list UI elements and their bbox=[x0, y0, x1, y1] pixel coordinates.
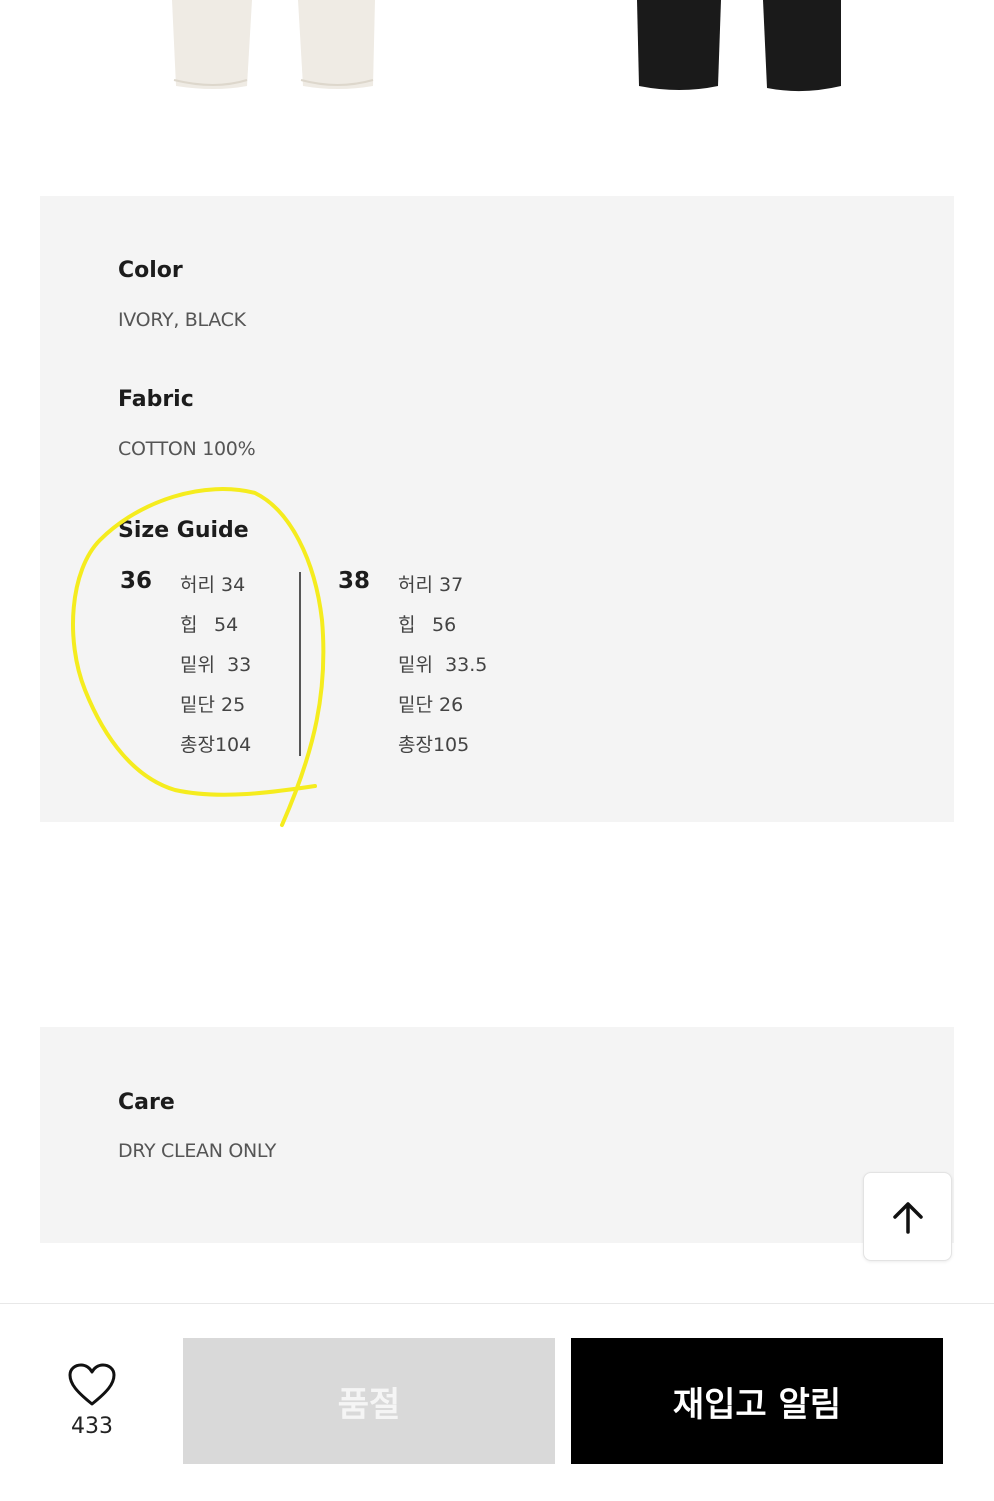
wishlist-count: 433 bbox=[71, 1414, 113, 1439]
care-heading: Care bbox=[118, 1090, 175, 1115]
bottom-action-bar: 433 품절 재입고 알림 bbox=[0, 1303, 994, 1501]
color-heading: Color bbox=[118, 258, 183, 283]
color-value: IVORY, BLACK bbox=[118, 309, 246, 331]
size-38-waist: 허리 37 bbox=[398, 574, 464, 596]
arrow-up-icon bbox=[892, 1201, 923, 1234]
heart-outline-icon bbox=[68, 1363, 116, 1406]
size-38-hip: 힙 56 bbox=[398, 614, 457, 636]
fabric-heading: Fabric bbox=[118, 387, 194, 412]
product-image-black[interactable] bbox=[625, 0, 855, 100]
size-36-hem: 밑단 25 bbox=[180, 694, 246, 716]
size-36-waist: 허리 34 bbox=[180, 574, 246, 596]
restock-alert-button[interactable]: 재입고 알림 bbox=[571, 1338, 943, 1464]
care-panel: Care DRY CLEAN ONLY bbox=[40, 1027, 954, 1243]
size-38-length: 총장105 bbox=[398, 734, 470, 756]
size-36-label: 36 bbox=[120, 568, 153, 594]
soldout-button[interactable]: 품절 bbox=[183, 1338, 555, 1464]
product-image-ivory[interactable] bbox=[160, 0, 390, 100]
fabric-value: COTTON 100% bbox=[118, 438, 256, 460]
product-details-panel: Color IVORY, BLACK Fabric COTTON 100% Si… bbox=[40, 196, 954, 822]
size-divider bbox=[299, 572, 301, 756]
scroll-to-top-button[interactable] bbox=[863, 1172, 952, 1261]
size-36-length: 총장104 bbox=[180, 734, 252, 756]
size-guide-heading: Size Guide bbox=[118, 518, 249, 543]
size-36-hip: 힙 54 bbox=[180, 614, 239, 636]
size-36-rise: 밑위 33 bbox=[180, 654, 252, 676]
size-38-rise: 밑위 33.5 bbox=[398, 654, 488, 676]
wishlist-button[interactable]: 433 bbox=[58, 1362, 126, 1439]
size-38-hem: 밑단 26 bbox=[398, 694, 464, 716]
size-38-label: 38 bbox=[338, 568, 371, 594]
care-value: DRY CLEAN ONLY bbox=[118, 1140, 277, 1162]
